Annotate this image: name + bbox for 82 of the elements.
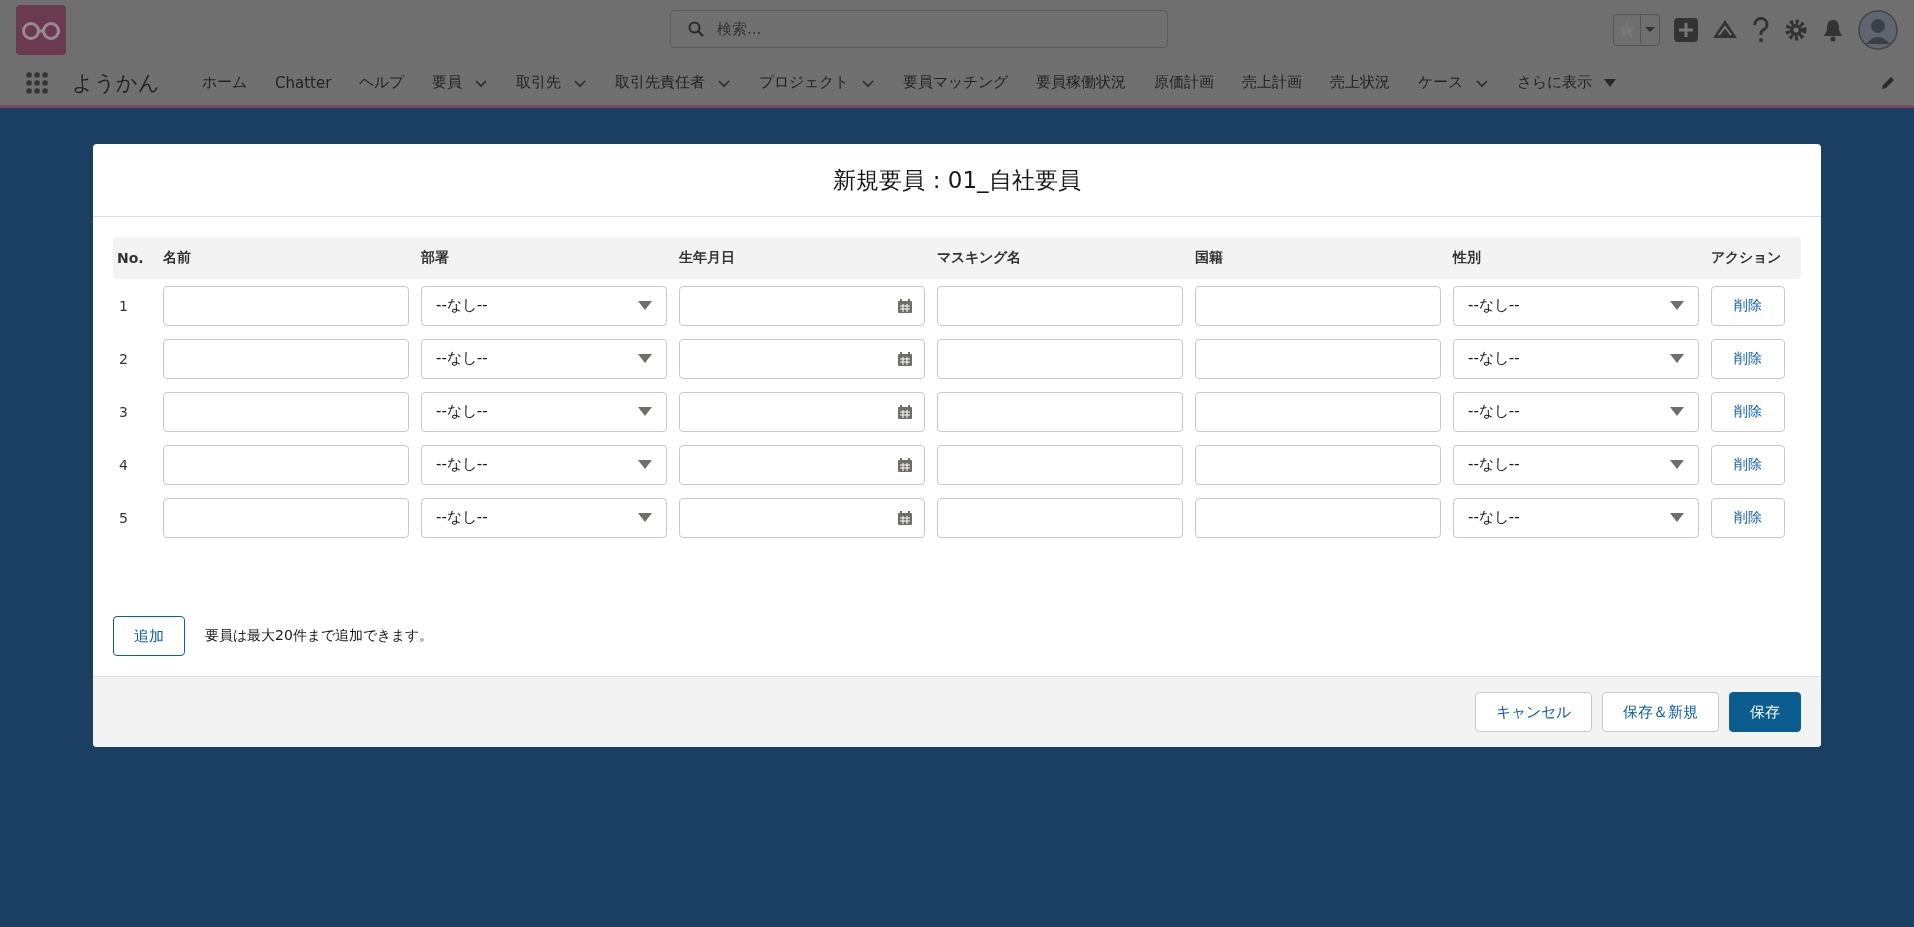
- add-button[interactable]: 追加: [113, 616, 185, 656]
- search-icon: [688, 21, 704, 37]
- dropdown-icon: [638, 513, 652, 522]
- department-select[interactable]: --なし--: [421, 444, 667, 485]
- dropdown-icon: [1670, 460, 1684, 469]
- department-select[interactable]: --なし--: [421, 338, 667, 379]
- masking-name-field[interactable]: [937, 444, 1183, 485]
- search-field[interactable]: 検索...: [670, 10, 1168, 48]
- dropdown-icon: [1670, 513, 1684, 522]
- masking-name-field[interactable]: [937, 497, 1183, 538]
- row-number: 4: [118, 456, 129, 473]
- birthdate-field[interactable]: [679, 285, 925, 326]
- app-launcher-icon[interactable]: [26, 71, 48, 94]
- birthdate-field[interactable]: [679, 338, 925, 379]
- gender-select[interactable]: --なし--: [1453, 338, 1699, 379]
- birthdate-field[interactable]: [679, 444, 925, 485]
- row-number: 3: [118, 403, 129, 420]
- dropdown-icon: [1670, 301, 1684, 310]
- dropdown-icon: [638, 354, 652, 363]
- gender-select[interactable]: --なし--: [1453, 444, 1699, 485]
- birthdate-field[interactable]: [679, 497, 925, 538]
- masking-name-field[interactable]: [937, 391, 1183, 432]
- row-number: 2: [118, 350, 129, 367]
- delete-button[interactable]: 削除: [1711, 497, 1785, 538]
- calendar-icon[interactable]: [898, 510, 912, 525]
- plus-icon[interactable]: [1674, 18, 1698, 42]
- gender-select[interactable]: --なし--: [1453, 285, 1699, 326]
- delete-button[interactable]: 削除: [1711, 391, 1785, 432]
- caret-icon[interactable]: [1604, 78, 1617, 87]
- nationality-field[interactable]: [1195, 338, 1441, 379]
- column-header: 部署: [421, 249, 450, 267]
- calendar-icon[interactable]: [898, 298, 912, 313]
- row-number: 5: [118, 509, 129, 526]
- calendar-icon[interactable]: [898, 404, 912, 419]
- nationality-field[interactable]: [1195, 497, 1441, 538]
- column-header: 名前: [163, 249, 192, 267]
- calendar-icon[interactable]: [898, 457, 912, 472]
- masking-name-field[interactable]: [937, 338, 1183, 379]
- dropdown-icon: [1670, 407, 1684, 416]
- department-select[interactable]: --なし--: [421, 391, 667, 432]
- favorites-button[interactable]: [1613, 14, 1660, 46]
- row-number: 1: [118, 297, 129, 314]
- gender-select[interactable]: --なし--: [1453, 391, 1699, 432]
- gender-select[interactable]: --なし--: [1453, 497, 1699, 538]
- limit-note: 要員は最大20件まで追加できます。: [205, 627, 433, 645]
- modal-title: 新規要員 : 01_自社要員: [93, 144, 1821, 217]
- column-header: マスキング名: [937, 249, 1022, 267]
- app-logo[interactable]: [16, 5, 66, 55]
- name-field[interactable]: [163, 391, 409, 432]
- dropdown-icon: [638, 301, 652, 310]
- settings-icon[interactable]: [1784, 18, 1808, 42]
- delete-button[interactable]: 削除: [1711, 285, 1785, 326]
- dropdown-icon: [638, 407, 652, 416]
- nationality-field[interactable]: [1195, 285, 1441, 326]
- name-field[interactable]: [163, 338, 409, 379]
- save-button[interactable]: 保存: [1729, 692, 1801, 732]
- nationality-field[interactable]: [1195, 391, 1441, 432]
- help-icon[interactable]: [1752, 17, 1770, 43]
- footer-button[interactable]: キャンセル: [1475, 692, 1592, 732]
- dropdown-icon: [638, 460, 652, 469]
- column-header: 性別: [1453, 249, 1482, 267]
- birthdate-field[interactable]: [679, 391, 925, 432]
- app-name: ようかん: [72, 69, 160, 97]
- department-select[interactable]: --なし--: [421, 497, 667, 538]
- masking-name-field[interactable]: [937, 285, 1183, 326]
- footer-button[interactable]: 保存＆新規: [1602, 692, 1719, 732]
- column-header: No.: [117, 250, 145, 266]
- notifications-icon[interactable]: [1822, 18, 1844, 42]
- column-header: アクション: [1711, 249, 1782, 267]
- delete-button[interactable]: 削除: [1711, 338, 1785, 379]
- name-field[interactable]: [163, 444, 409, 485]
- delete-button[interactable]: 削除: [1711, 444, 1785, 485]
- avatar-icon[interactable]: [1858, 10, 1898, 50]
- column-header: 国籍: [1195, 249, 1224, 267]
- name-field[interactable]: [163, 285, 409, 326]
- edit-icon[interactable]: [1880, 74, 1896, 91]
- nationality-field[interactable]: [1195, 444, 1441, 485]
- calendar-icon[interactable]: [898, 351, 912, 366]
- column-header: 生年月日: [679, 249, 736, 267]
- name-field[interactable]: [163, 497, 409, 538]
- department-select[interactable]: --なし--: [421, 285, 667, 326]
- dropdown-icon: [1670, 354, 1684, 363]
